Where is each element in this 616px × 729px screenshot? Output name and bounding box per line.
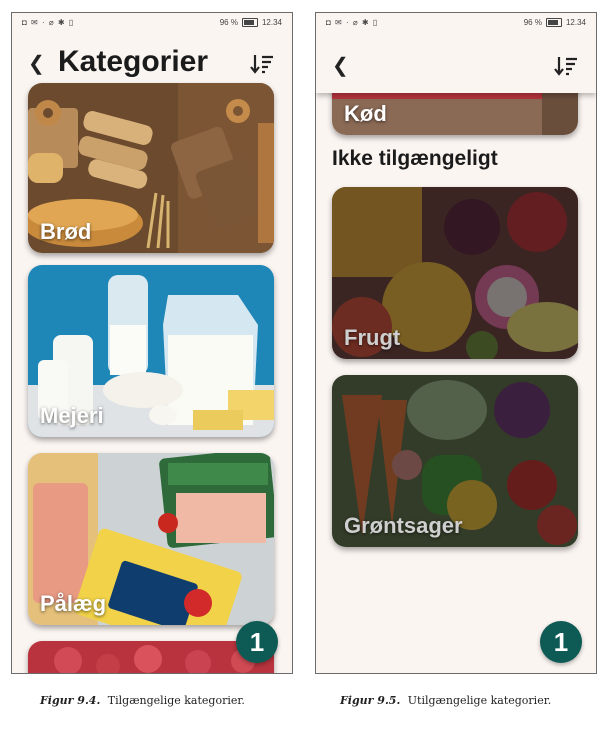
category-card-grontsager: Grøntsager: [332, 375, 578, 547]
top-bar: ❮: [316, 31, 596, 93]
battery-icon: [241, 17, 258, 27]
category-label: Frugt: [344, 325, 401, 350]
category-card-frugt: Frugt: [332, 187, 578, 359]
section-title-unavailable: Ikke tilgængeligt: [332, 147, 498, 170]
cart-count-button[interactable]: 1: [540, 621, 582, 663]
status-bar: ◘ ✉ · ⌀ ✱ ▯ 96 % 12.34: [316, 13, 596, 31]
status-time: 12.34: [565, 17, 586, 27]
figure-text: Utilgængelige kategorier.: [407, 694, 552, 707]
sort-icon[interactable]: [554, 55, 578, 77]
back-chevron-icon[interactable]: ❮: [332, 53, 349, 78]
status-icons: ◘ ✉ · ⌀ ✱ ▯: [22, 17, 75, 27]
figure-number: Figur 9.5.: [340, 694, 401, 707]
figure-number: Figur 9.4.: [40, 694, 101, 707]
category-label: Kød: [344, 101, 387, 126]
figure-caption-left: Figur 9.4. Tilgængelige kategorier.: [40, 694, 245, 707]
page-title: Kategorier: [58, 45, 209, 78]
back-chevron-icon[interactable]: ❮: [28, 51, 45, 76]
status-bar: ◘ ✉ · ⌀ ✱ ▯ 96 % 12.34: [12, 13, 292, 31]
sort-icon[interactable]: [250, 53, 274, 75]
status-time: 12.34: [261, 17, 282, 27]
category-card-brod[interactable]: Brød: [28, 83, 274, 253]
top-bar: ❮ Kategorier: [12, 31, 292, 89]
category-card-palaeg[interactable]: Pålæg: [28, 453, 274, 625]
battery-icon: [545, 17, 562, 27]
category-label: Brød: [40, 219, 92, 244]
category-card-mejeri[interactable]: Mejeri: [28, 265, 274, 437]
battery-percent: 96 %: [523, 17, 542, 27]
cart-count-button[interactable]: 1: [236, 621, 278, 663]
phone-screen-unavailable: Kød ❮ ◘ ✉ · ⌀ ✱ ▯ 96 % 12.34 Ikke tilgæn…: [315, 12, 597, 674]
figure-caption-right: Figur 9.5. Utilgængelige kategorier.: [340, 694, 551, 707]
status-icons: ◘ ✉ · ⌀ ✱ ▯: [326, 17, 379, 27]
category-label: Pålæg: [40, 591, 107, 616]
category-label: Mejeri: [40, 403, 104, 428]
figure-text: Tilgængelige kategorier.: [107, 694, 245, 707]
battery-percent: 96 %: [219, 17, 238, 27]
phone-screen-available: ◘ ✉ · ⌀ ✱ ▯ 96 % 12.34 ❮ Kategorier Brød…: [11, 12, 293, 674]
category-label: Grøntsager: [344, 513, 463, 538]
